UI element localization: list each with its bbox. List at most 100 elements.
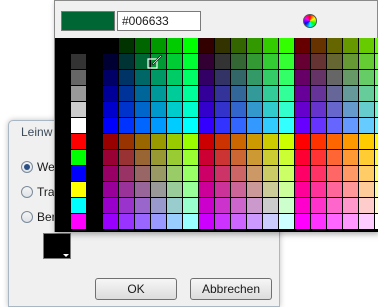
palette-cell[interactable]: [263, 102, 278, 117]
palette-cell[interactable]: [103, 134, 118, 149]
radio-button[interactable]: [21, 186, 33, 198]
palette-cell[interactable]: [343, 70, 358, 85]
palette-cell[interactable]: [55, 38, 71, 54]
palette-cell[interactable]: [279, 86, 294, 101]
palette-cell[interactable]: [119, 182, 134, 197]
palette-cell[interactable]: [183, 70, 198, 85]
palette-cell[interactable]: [231, 214, 246, 229]
palette-cell[interactable]: [167, 86, 182, 101]
palette-cell[interactable]: [263, 86, 278, 101]
palette-cell[interactable]: [87, 198, 103, 214]
palette-cell[interactable]: [279, 54, 294, 69]
palette-cell[interactable]: [279, 118, 294, 133]
palette-cell[interactable]: [231, 134, 246, 149]
palette-cell[interactable]: [103, 150, 118, 165]
palette-cell[interactable]: [119, 118, 134, 133]
radio-button[interactable]: [21, 161, 33, 173]
palette-cell[interactable]: [247, 134, 262, 149]
palette-cell[interactable]: [295, 134, 310, 149]
palette-cell[interactable]: [135, 70, 150, 85]
color-swatch-dropdown-button[interactable]: [43, 233, 71, 259]
palette-cell[interactable]: [55, 182, 71, 198]
palette-cell[interactable]: [103, 38, 118, 53]
palette-cell[interactable]: [55, 166, 71, 182]
palette-cell[interactable]: [55, 198, 71, 214]
palette-cell[interactable]: [151, 198, 166, 213]
palette-cell[interactable]: [247, 102, 262, 117]
palette-cell[interactable]: [359, 102, 374, 117]
palette-cell[interactable]: [87, 70, 103, 86]
palette-cell[interactable]: [327, 182, 342, 197]
palette-cell[interactable]: [279, 38, 294, 53]
palette-cell[interactable]: [247, 54, 262, 69]
palette-cell[interactable]: [359, 214, 374, 229]
palette-cell[interactable]: [71, 118, 86, 133]
palette-cell[interactable]: [359, 54, 374, 69]
palette-cell[interactable]: [311, 198, 326, 213]
palette-cell[interactable]: [135, 102, 150, 117]
palette-cell[interactable]: [311, 150, 326, 165]
palette-cell[interactable]: [343, 166, 358, 181]
palette-cell[interactable]: [247, 70, 262, 85]
palette-cell[interactable]: [343, 182, 358, 197]
palette-cell[interactable]: [55, 214, 71, 230]
palette-cell[interactable]: [311, 102, 326, 117]
radio-option-2[interactable]: Tra: [21, 184, 55, 200]
palette-cell[interactable]: [119, 70, 134, 85]
palette-cell[interactable]: [263, 54, 278, 69]
palette-cell[interactable]: [183, 118, 198, 133]
palette-cell[interactable]: [119, 102, 134, 117]
palette-cell[interactable]: [231, 118, 246, 133]
palette-cell[interactable]: [295, 38, 310, 53]
palette-cell[interactable]: [199, 102, 214, 117]
palette-cell[interactable]: [71, 150, 86, 165]
palette-cell[interactable]: [183, 166, 198, 181]
palette-cell[interactable]: [87, 214, 103, 230]
radio-button[interactable]: [21, 211, 33, 223]
radio-option-1[interactable]: We: [21, 159, 55, 175]
palette-cell[interactable]: [135, 150, 150, 165]
palette-cell[interactable]: [231, 182, 246, 197]
color-palette[interactable]: [55, 38, 378, 232]
palette-cell[interactable]: [71, 54, 86, 69]
palette-cell[interactable]: [247, 86, 262, 101]
palette-cell[interactable]: [279, 102, 294, 117]
palette-cell[interactable]: [343, 150, 358, 165]
palette-cell[interactable]: [135, 214, 150, 229]
palette-cell[interactable]: [215, 118, 230, 133]
palette-cell[interactable]: [55, 134, 71, 150]
palette-cell[interactable]: [199, 38, 214, 53]
cancel-button[interactable]: Abbrechen: [190, 278, 272, 300]
palette-cell[interactable]: [183, 182, 198, 197]
palette-cell[interactable]: [263, 214, 278, 229]
palette-cell[interactable]: [103, 86, 118, 101]
palette-cell[interactable]: [263, 182, 278, 197]
palette-cell[interactable]: [247, 150, 262, 165]
palette-cell[interactable]: [247, 166, 262, 181]
palette-cell[interactable]: [167, 134, 182, 149]
palette-cell[interactable]: [343, 214, 358, 229]
palette-cell[interactable]: [151, 134, 166, 149]
palette-cell[interactable]: [119, 214, 134, 229]
palette-cell[interactable]: [103, 102, 118, 117]
palette-cell[interactable]: [311, 118, 326, 133]
palette-cell[interactable]: [359, 86, 374, 101]
palette-cell[interactable]: [151, 38, 166, 53]
palette-cell[interactable]: [247, 38, 262, 53]
radio-option-3[interactable]: Ber: [21, 209, 56, 225]
palette-cell[interactable]: [55, 86, 71, 102]
palette-cell[interactable]: [311, 214, 326, 229]
palette-cell[interactable]: [167, 38, 182, 53]
palette-cell[interactable]: [247, 182, 262, 197]
palette-cell[interactable]: [295, 70, 310, 85]
palette-cell[interactable]: [215, 198, 230, 213]
palette-cell[interactable]: [167, 54, 182, 69]
palette-cell[interactable]: [151, 118, 166, 133]
palette-cell[interactable]: [263, 150, 278, 165]
palette-cell[interactable]: [87, 86, 103, 102]
color-wheel-button[interactable]: [301, 12, 319, 30]
palette-cell[interactable]: [103, 198, 118, 213]
palette-cell[interactable]: [231, 86, 246, 101]
palette-cell[interactable]: [231, 70, 246, 85]
palette-cell[interactable]: [199, 150, 214, 165]
